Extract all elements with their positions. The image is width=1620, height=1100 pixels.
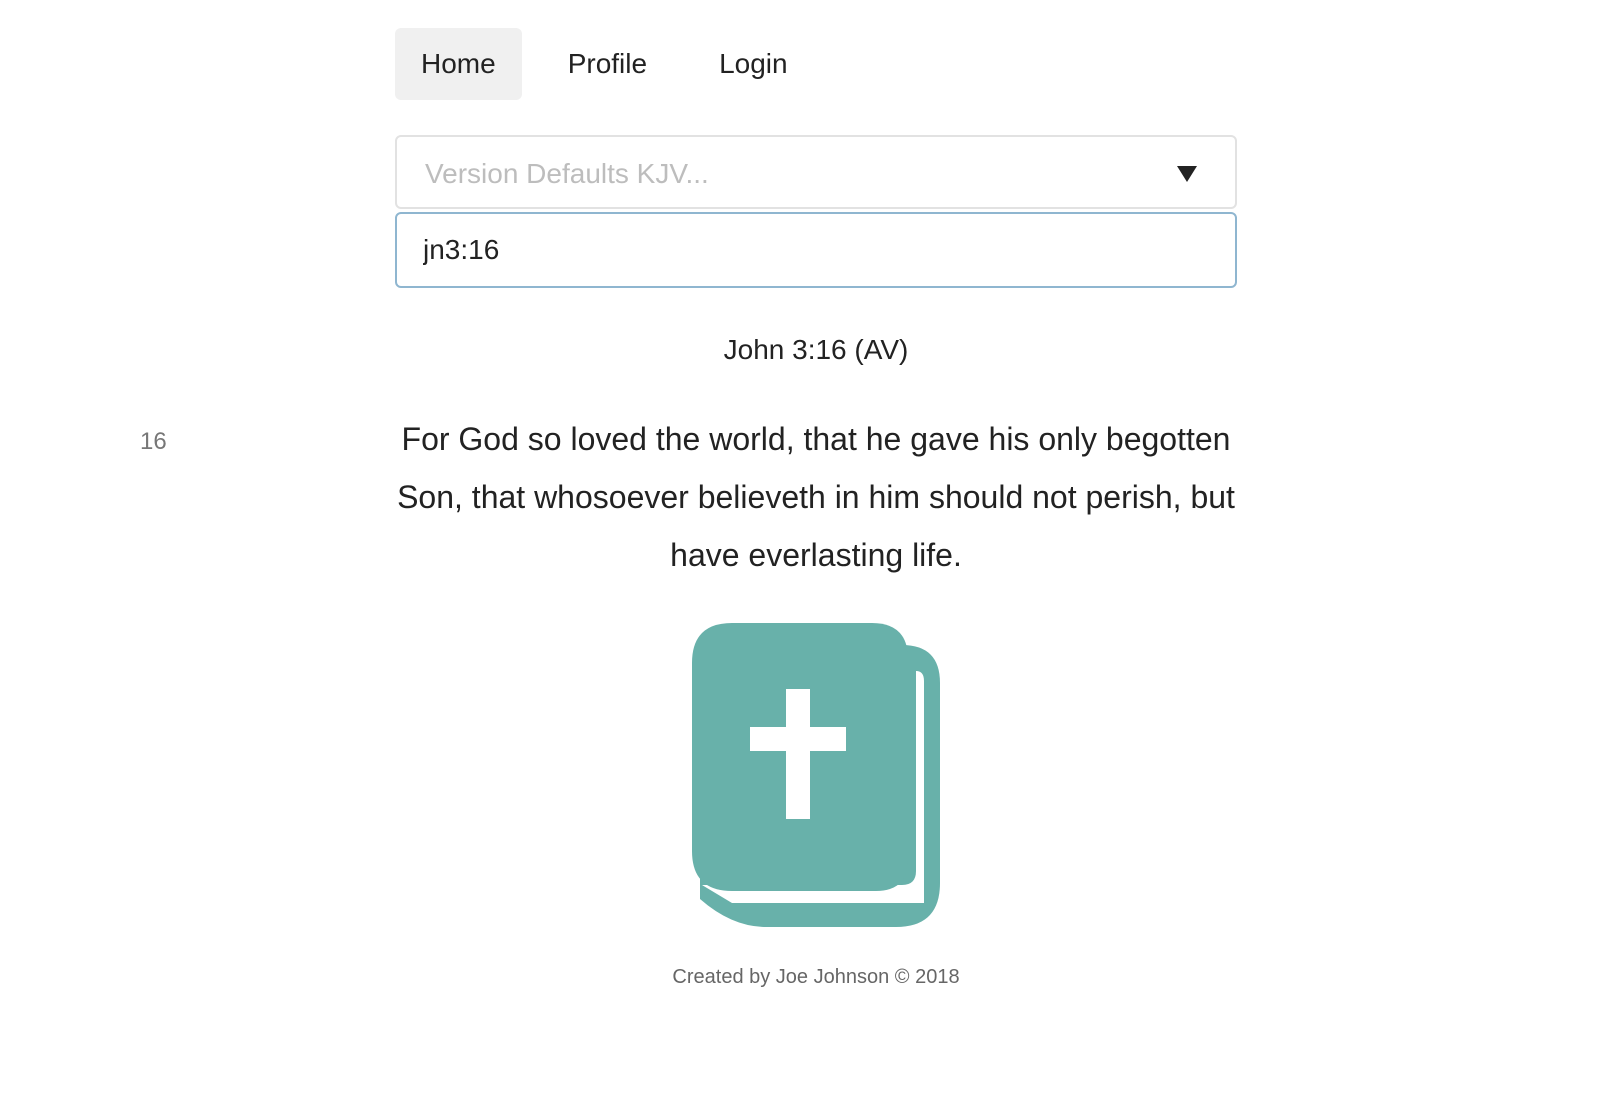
main-nav: Home Profile Login <box>395 28 834 100</box>
version-select[interactable]: Version Defaults KJV... <box>395 135 1237 209</box>
verse-number: 16 <box>140 428 167 455</box>
caret-down-icon[interactable] <box>1177 166 1197 182</box>
version-select-placeholder: Version Defaults KJV... <box>425 158 709 189</box>
bible-icon <box>692 623 940 927</box>
page: Home Profile Login Version Defaults KJV.… <box>0 0 1620 1100</box>
nav-home[interactable]: Home <box>395 28 522 100</box>
nav-login[interactable]: Login <box>693 28 814 100</box>
passage-reference: John 3:16 (AV) <box>723 334 909 365</box>
nav-profile[interactable]: Profile <box>542 28 673 100</box>
verse-text: For God so loved the world, that he gave… <box>397 421 1235 573</box>
reference-search-input[interactable] <box>395 212 1237 288</box>
footer-credit: Created by Joe Johnson © 2018 <box>672 966 960 988</box>
